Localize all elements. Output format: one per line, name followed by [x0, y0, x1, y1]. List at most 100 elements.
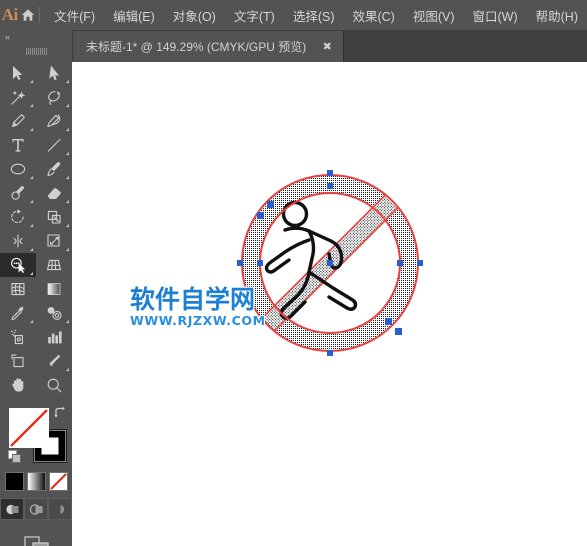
perspective-grid-icon: [47, 259, 61, 271]
tool-pen[interactable]: [0, 109, 36, 133]
tool-ellipse[interactable]: [0, 157, 36, 181]
menu-select[interactable]: 选择(S): [284, 0, 344, 30]
tool-blob-brush[interactable]: [0, 181, 36, 205]
mesh-icon: [11, 283, 25, 296]
fill-stroke-controls: [0, 404, 72, 470]
menu-window[interactable]: 窗口(W): [464, 0, 527, 30]
menu-edit[interactable]: 编辑(E): [104, 0, 164, 30]
document-tab[interactable]: 未标题-1* @ 149.29% (CMYK/GPU 预览) ✖: [72, 31, 345, 62]
free-transform-icon: [47, 234, 60, 247]
tool-group-indicator-icon: [66, 128, 69, 131]
tool-free-transform[interactable]: [36, 229, 72, 253]
menu-object[interactable]: 对象(O): [164, 0, 225, 30]
tool-zoom[interactable]: [36, 373, 72, 397]
menu-bar: Ai 文件(F) 编辑(E) 对象(O) 文字(T) 选择(S) 效果(C) 视图(V) 窗口…: [0, 0, 587, 30]
draw-mode-inside[interactable]: [48, 498, 72, 520]
menu-divider: [38, 7, 40, 23]
tool-group-indicator-icon: [30, 104, 33, 107]
tool-group-indicator-icon: [66, 104, 69, 107]
tool-group-indicator-icon: [30, 272, 33, 275]
draw-mode-normal[interactable]: [0, 498, 24, 520]
default-fill-stroke-icon[interactable]: [8, 450, 22, 464]
width-icon: [13, 234, 23, 248]
document-tab-bar: 未标题-1* @ 149.29% (CMYK/GPU 预览) ✖: [72, 30, 587, 62]
document-tab-title: 未标题-1* @ 149.29% (CMYK/GPU 预览): [86, 40, 307, 54]
color-mode-color[interactable]: [4, 472, 24, 491]
color-mode-gradient[interactable]: [26, 472, 46, 491]
tool-grid: [0, 58, 72, 397]
tool-symbol-sprayer[interactable]: [0, 325, 36, 349]
blob-brush-icon: [11, 186, 24, 200]
tool-blend[interactable]: [36, 301, 72, 325]
tool-perspective-grid[interactable]: [36, 253, 72, 277]
swap-fill-stroke-icon[interactable]: [53, 406, 67, 420]
zoom-icon: [47, 378, 62, 393]
home-icon[interactable]: [19, 0, 36, 30]
illustrator-window: Ai 文件(F) 编辑(E) 对象(O) 文字(T) 选择(S) 效果(C) 视图(V) 窗口…: [0, 0, 587, 546]
tool-group-indicator-icon: [66, 368, 69, 371]
tool-group-indicator-icon: [30, 80, 33, 83]
eyedropper-icon: [11, 306, 24, 321]
rotate-icon: [11, 209, 24, 224]
tool-shape-builder[interactable]: [0, 253, 36, 277]
screen-mode-button[interactable]: [19, 533, 53, 546]
gradient-icon: [47, 283, 61, 295]
tool-group-indicator-icon: [66, 80, 69, 83]
fill-swatch[interactable]: [9, 408, 49, 448]
tool-group-indicator-icon: [66, 200, 69, 203]
tool-curvature[interactable]: [36, 109, 72, 133]
column-graph-icon: [48, 331, 62, 344]
color-mode-none[interactable]: [48, 472, 68, 491]
symbol-sprayer-icon: [11, 329, 23, 345]
menu-effect[interactable]: 效果(C): [343, 0, 403, 30]
tool-artboard[interactable]: [0, 349, 36, 373]
tool-group-indicator-icon: [30, 128, 33, 131]
tool-eraser[interactable]: [36, 181, 72, 205]
curvature-icon: [47, 114, 61, 128]
blend-icon: [47, 307, 62, 320]
tool-direct-selection[interactable]: [36, 61, 72, 85]
tool-mesh[interactable]: [0, 277, 36, 301]
tool-type[interactable]: [0, 133, 36, 157]
document-canvas[interactable]: 软件自学网 WWW.RJZXW.COM: [72, 62, 587, 546]
selection-arrow-icon: [13, 66, 23, 80]
hand-icon: [12, 378, 24, 392]
tool-width[interactable]: [0, 229, 36, 253]
tool-group-indicator-icon: [30, 224, 33, 227]
tool-paintbrush[interactable]: [36, 157, 72, 181]
draw-mode-row: [0, 498, 72, 520]
ellipse-icon: [10, 163, 26, 175]
tool-line[interactable]: [36, 133, 72, 157]
collapse-panel-icon[interactable]: «: [0, 30, 72, 44]
menu-type[interactable]: 文字(T): [225, 0, 284, 30]
menu-view[interactable]: 视图(V): [404, 0, 464, 30]
tool-rotate[interactable]: [0, 205, 36, 229]
tool-slice[interactable]: [36, 349, 72, 373]
tool-group-indicator-icon: [66, 224, 69, 227]
magic-wand-icon: [11, 90, 26, 105]
type-icon: [12, 139, 24, 152]
screen-mode-row: [0, 533, 72, 546]
tool-magic-wand[interactable]: [0, 85, 36, 109]
lasso-icon: [48, 91, 61, 105]
tool-lasso[interactable]: [36, 85, 72, 109]
tool-group-indicator-icon: [66, 152, 69, 155]
artwork-no-pedestrians-sign[interactable]: [235, 168, 425, 358]
tool-group-indicator-icon: [66, 176, 69, 179]
tool-selection[interactable]: [0, 61, 36, 85]
menu-help[interactable]: 帮助(H): [527, 0, 587, 30]
menu-file[interactable]: 文件(F): [45, 0, 104, 30]
panel-grip-handle[interactable]: [0, 44, 72, 58]
eraser-icon: [47, 188, 61, 199]
close-icon[interactable]: ✖: [319, 39, 335, 55]
tool-hand[interactable]: [0, 373, 36, 397]
tool-group-indicator-icon: [30, 200, 33, 203]
tool-eyedropper[interactable]: [0, 301, 36, 325]
draw-mode-behind[interactable]: [24, 498, 48, 520]
tool-column-graph[interactable]: [36, 325, 72, 349]
tool-scale[interactable]: [36, 205, 72, 229]
tool-group-indicator-icon: [66, 320, 69, 323]
tool-group-indicator-icon: [30, 320, 33, 323]
tool-gradient[interactable]: [36, 277, 72, 301]
line-segment-icon: [47, 138, 61, 152]
